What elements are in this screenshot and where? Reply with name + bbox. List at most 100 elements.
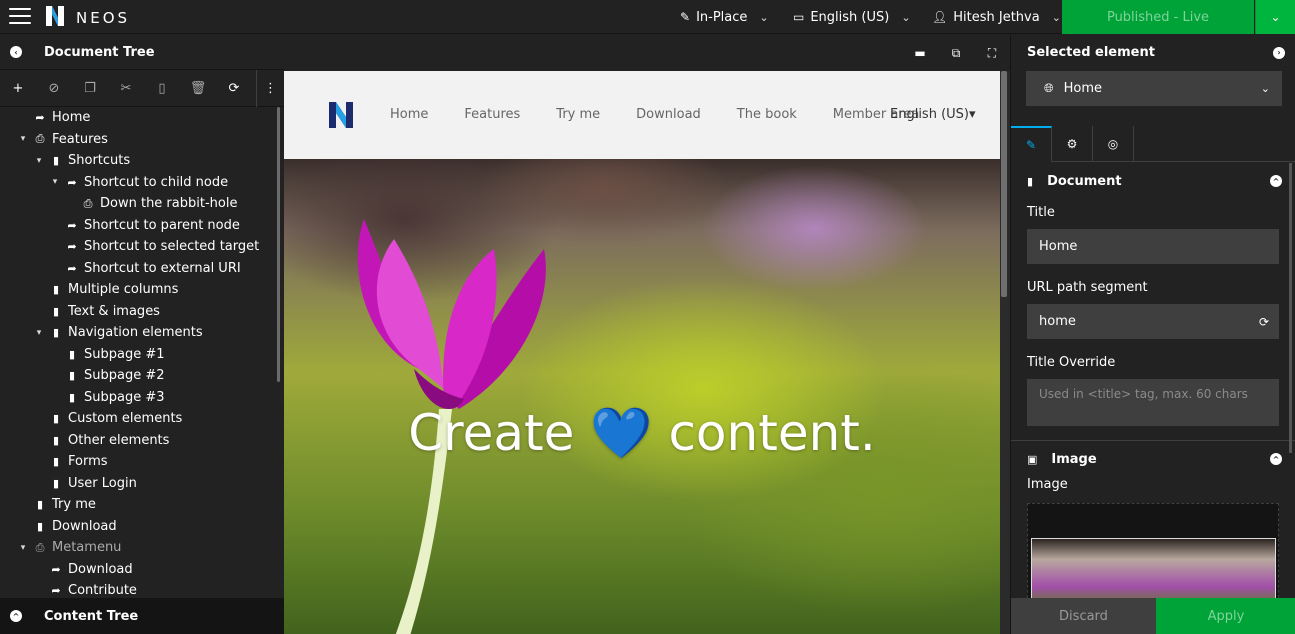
- content-canvas[interactable]: Home Features Try me Download The book Member…: [284, 71, 1000, 634]
- hero-title[interactable]: Create 💙 content.: [284, 404, 1000, 463]
- copy-node-button[interactable]: ❐: [72, 70, 108, 107]
- tab-settings[interactable]: ⚙: [1052, 126, 1093, 162]
- site-nav-link[interactable]: Features: [464, 107, 520, 122]
- hide-icon: ⊘: [48, 80, 60, 96]
- fullscreen-button[interactable]: ⛶: [974, 35, 1010, 71]
- title-override-label: Title Override: [1027, 355, 1116, 370]
- tree-node[interactable]: ▾ ▮ Shortcuts: [0, 150, 284, 172]
- document-group-title: Document: [1047, 173, 1122, 189]
- chevron-down-icon: ⌄: [1260, 82, 1270, 95]
- neos-backend: NEOS ✎ In-Place ⌄ ▭ English (US) ⌄ 👤︎ Hi…: [0, 0, 1295, 634]
- site-nav-link[interactable]: The book: [737, 107, 797, 122]
- title-value: Home: [1039, 239, 1078, 254]
- hide-node-button[interactable]: ⊘: [36, 70, 72, 107]
- dimension-dropdown[interactable]: ▭ English (US) ⌄: [793, 0, 911, 34]
- tree-node[interactable]: ▮ User Login: [0, 473, 284, 495]
- tree-node-label: Shortcut to external URI: [84, 260, 241, 276]
- tree-node[interactable]: ▮ Subpage #1: [0, 344, 284, 366]
- tree-node[interactable]: ▮ Download: [0, 516, 284, 538]
- delete-node-button[interactable]: 🗑︎: [180, 70, 216, 107]
- publish-button[interactable]: Published - Live: [1062, 0, 1254, 34]
- tree-node[interactable]: ▮ Try me: [0, 494, 284, 516]
- expand-icon[interactable]: ^: [10, 610, 22, 622]
- tree-node[interactable]: ▮ Subpage #2: [0, 365, 284, 387]
- paste-node-button[interactable]: ▯: [144, 70, 180, 107]
- tree-node[interactable]: ➦ Home: [0, 107, 284, 129]
- preview-mode-button[interactable]: ▬: [902, 35, 938, 71]
- site-nav-link[interactable]: Download: [636, 107, 701, 122]
- tree-node[interactable]: ▾ ▮ Navigation elements: [0, 322, 284, 344]
- image-thumbnail[interactable]: [1031, 538, 1276, 598]
- apply-button[interactable]: Apply: [1156, 598, 1295, 634]
- caret-down-icon[interactable]: ▾: [34, 156, 44, 166]
- cut-icon: ✂: [120, 80, 132, 96]
- chevron-up-icon[interactable]: ^: [1270, 453, 1282, 465]
- site-nav-link[interactable]: Home: [390, 107, 428, 122]
- title-input[interactable]: Home: [1027, 229, 1279, 264]
- tree-node[interactable]: ▾ ⎙ Features: [0, 129, 284, 151]
- uri-path-input[interactable]: home ⟳: [1027, 304, 1279, 339]
- refresh-tree-button[interactable]: ⟳: [216, 70, 252, 107]
- site-nav-link[interactable]: Try me: [556, 107, 600, 122]
- tree-node[interactable]: ▮ Forms: [0, 451, 284, 473]
- tree-node[interactable]: ➦ Contribute: [0, 580, 284, 597]
- site-language-switch[interactable]: English (US)▾: [890, 107, 976, 122]
- tree-node-label: Down the rabbit-hole: [100, 196, 238, 212]
- document-group-header[interactable]: ▮ Document ^: [1011, 163, 1295, 199]
- publish-dropdown-toggle[interactable]: ⌄: [1255, 0, 1295, 34]
- document-shortcut-icon: ⎙: [83, 196, 93, 210]
- tree-node-label: Shortcuts: [68, 153, 131, 169]
- tree-node[interactable]: ▮ Multiple columns: [0, 279, 284, 301]
- collapse-inspector-icon[interactable]: ›: [1273, 46, 1285, 59]
- site-logo-icon[interactable]: [327, 99, 355, 131]
- tree-toolbar: + ⊘ ❐ ✂ ▯ 🗑︎ ⟳ ⋮: [0, 69, 284, 107]
- tree-node-label: Shortcut to selected target: [84, 239, 260, 255]
- tree-node[interactable]: ▾ ⎙ Metamenu: [0, 537, 284, 559]
- open-external-button[interactable]: ⧉: [938, 35, 974, 71]
- more-options-button[interactable]: ⋮: [256, 69, 284, 107]
- tree-node[interactable]: ➦ Shortcut to parent node: [0, 215, 284, 237]
- add-node-button[interactable]: +: [0, 70, 36, 107]
- discard-button[interactable]: Discard: [1011, 598, 1156, 634]
- page-icon: ▮: [52, 412, 60, 426]
- user-dropdown[interactable]: 👤︎ Hitesh Jethva ⌄: [932, 0, 1061, 34]
- tab-content[interactable]: ✎: [1011, 126, 1052, 162]
- inspector-scrollbar[interactable]: [1289, 163, 1292, 453]
- tree-node[interactable]: ▮ Other elements: [0, 430, 284, 452]
- edit-mode-dropdown[interactable]: ✎ In-Place ⌄: [680, 0, 769, 34]
- page-icon: ▮: [68, 369, 76, 383]
- tab-seo[interactable]: ◎: [1093, 126, 1134, 162]
- tree-node[interactable]: ➦ Shortcut to external URI: [0, 258, 284, 280]
- document-shortcut-icon: ⎙: [35, 132, 45, 146]
- image-group-header[interactable]: ▣ Image ^: [1011, 441, 1295, 477]
- tree-node[interactable]: ▮ Subpage #3: [0, 387, 284, 409]
- chevron-down-icon: ⌄: [1270, 10, 1281, 24]
- chevron-up-icon[interactable]: ^: [1270, 175, 1282, 187]
- tree-node[interactable]: ➦ Shortcut to selected target: [0, 236, 284, 258]
- canvas-scroll-thumb[interactable]: [1001, 71, 1007, 297]
- sync-icon[interactable]: ⟳: [1259, 315, 1269, 329]
- collapse-icon[interactable]: ‹: [10, 46, 22, 58]
- image-dropzone[interactable]: [1027, 503, 1279, 598]
- tree-node[interactable]: ▮ Custom elements: [0, 408, 284, 430]
- page-icon: ▮: [36, 519, 44, 533]
- document-tree-header[interactable]: ‹ Document Tree: [0, 35, 284, 70]
- tree-node-label: Home: [52, 110, 91, 126]
- caret-down-icon[interactable]: ▾: [50, 177, 60, 187]
- canvas-scrollbar[interactable]: [1000, 71, 1010, 634]
- title-override-input[interactable]: Used in <title> tag, max. 60 chars: [1027, 379, 1279, 426]
- cut-node-button[interactable]: ✂: [108, 70, 144, 107]
- caret-down-icon[interactable]: ▾: [18, 543, 28, 553]
- menu-icon[interactable]: [9, 8, 31, 26]
- page-icon: ▮: [36, 498, 44, 512]
- content-tree-header[interactable]: ^ Content Tree: [0, 598, 284, 634]
- tree-node[interactable]: ➦ Download: [0, 559, 284, 581]
- image-group-title: Image: [1051, 451, 1097, 467]
- tree-node[interactable]: ▾ ➦ Shortcut to child node: [0, 172, 284, 194]
- tree-node[interactable]: ▮ Text & images: [0, 301, 284, 323]
- selected-node-dropdown[interactable]: 🌐︎ Home ⌄: [1026, 71, 1282, 106]
- caret-down-icon[interactable]: ▾: [18, 134, 28, 144]
- tree-node[interactable]: ⎙ Down the rabbit-hole: [0, 193, 284, 215]
- site-nav-links: Home Features Try me Download The book Member…: [390, 107, 955, 122]
- caret-down-icon[interactable]: ▾: [34, 328, 44, 338]
